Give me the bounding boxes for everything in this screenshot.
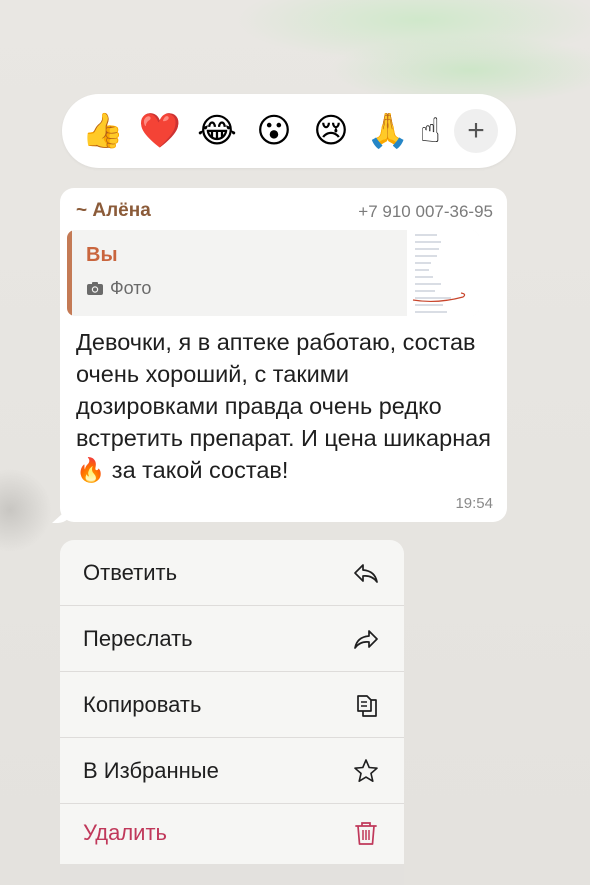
menu-item-copy[interactable]: Копировать bbox=[60, 672, 404, 737]
reaction-thumbs-up[interactable]: 👍 bbox=[78, 106, 128, 156]
quote-media-type: Фото bbox=[86, 278, 151, 299]
menu-item-delete[interactable]: Удалить bbox=[60, 800, 404, 865]
sender-row: ~ Алёна +7 910 007-36-95 bbox=[76, 200, 493, 224]
more-reactions-button[interactable]: + bbox=[454, 109, 498, 153]
sender-phone: +7 910 007-36-95 bbox=[358, 202, 493, 221]
reaction-open-mouth[interactable]: 😮 bbox=[249, 106, 299, 156]
reaction-bar: 👍 ❤️ 😂 😮 😢 🙏 ☝ + bbox=[62, 94, 516, 168]
reaction-red-heart[interactable]: ❤️ bbox=[135, 106, 185, 156]
message-text: Девочки, я в аптеке работаю, состав очен… bbox=[76, 329, 491, 483]
menu-item-label: Ответить bbox=[83, 559, 178, 585]
menu-item-label: Удалить bbox=[83, 819, 167, 845]
context-menu: Ответить Переслать Копировать В Избранны… bbox=[60, 540, 404, 885]
quoted-photo-thumbnail bbox=[407, 230, 479, 316]
copy-icon bbox=[357, 694, 377, 717]
menu-bottom-strip bbox=[60, 864, 404, 885]
menu-item-reply[interactable]: Ответить bbox=[60, 540, 404, 605]
reaction-folded-hands[interactable]: 🙏 bbox=[363, 106, 413, 156]
quote-type-label: Фото bbox=[110, 278, 152, 298]
menu-item-label: Копировать bbox=[83, 691, 202, 717]
reaction-partial-emoji[interactable]: ☝ bbox=[420, 106, 440, 156]
quoted-message[interactable]: Вы Фото bbox=[67, 230, 479, 316]
trash-icon bbox=[355, 821, 377, 845]
menu-item-favorite[interactable]: В Избранные bbox=[60, 738, 404, 803]
menu-item-label: Переслать bbox=[83, 625, 193, 651]
camera-icon bbox=[87, 282, 103, 295]
sender-name[interactable]: ~ Алёна bbox=[76, 200, 151, 222]
quote-accent-bar bbox=[67, 230, 72, 316]
star-icon bbox=[354, 758, 378, 782]
menu-item-label: В Избранные bbox=[83, 757, 219, 783]
reaction-crying[interactable]: 😢 bbox=[306, 106, 356, 156]
reply-icon bbox=[354, 563, 378, 583]
forward-icon bbox=[354, 629, 378, 649]
quote-author: Вы bbox=[86, 244, 118, 266]
menu-item-forward[interactable]: Переслать bbox=[60, 606, 404, 671]
message-time: 19:54 bbox=[455, 495, 493, 512]
plus-icon: + bbox=[467, 114, 485, 147]
message-bubble[interactable]: ~ Алёна +7 910 007-36-95 Вы Фото Девочки… bbox=[60, 188, 507, 522]
reaction-tears-of-joy[interactable]: 😂 bbox=[192, 106, 242, 156]
